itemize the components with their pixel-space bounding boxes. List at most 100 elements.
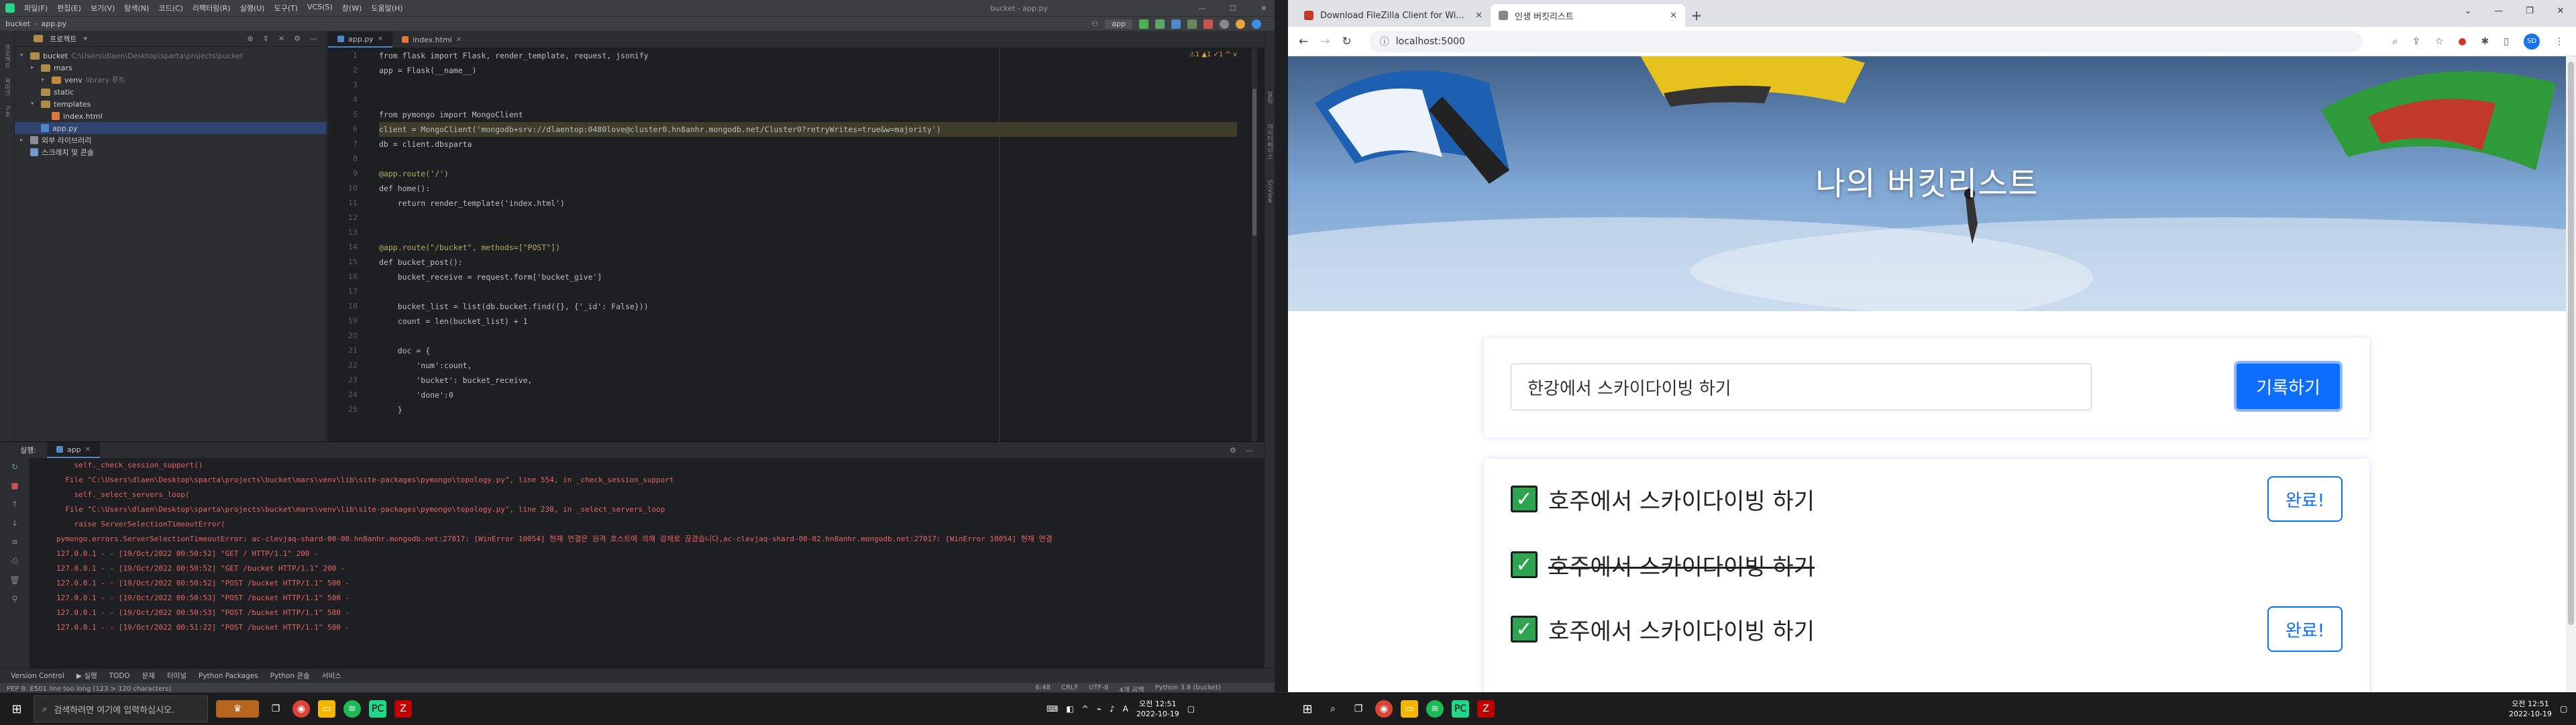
editor-scrollbar[interactable] bbox=[1252, 48, 1257, 441]
settings-icon[interactable] bbox=[1236, 19, 1245, 29]
close-icon[interactable]: ✕ bbox=[1253, 4, 1275, 13]
menu-item[interactable]: VCS(S) bbox=[307, 3, 333, 13]
structure-tool-tab[interactable]: 구조 bbox=[3, 105, 11, 117]
file-explorer-icon[interactable]: ▭ bbox=[1401, 700, 1418, 718]
project-tool-tab[interactable]: 프로젝트 bbox=[3, 44, 11, 68]
code-line[interactable]: from pymongo import MongoClient bbox=[379, 107, 1237, 122]
menu-item[interactable]: 코드(C) bbox=[158, 3, 183, 13]
ime-icon[interactable]: A bbox=[1123, 704, 1128, 714]
code-line[interactable]: 'num':count, bbox=[379, 358, 1237, 373]
console-line[interactable]: self._check_session_support() bbox=[56, 458, 1250, 473]
close-icon[interactable]: ✕ bbox=[456, 36, 462, 44]
editor-tab[interactable]: index.html ✕ bbox=[392, 32, 471, 48]
notification-icon[interactable]: ▢ bbox=[2560, 704, 2567, 714]
windows-start-icon[interactable]: ⊞ bbox=[8, 700, 25, 718]
tab-search-icon[interactable]: ⌄ bbox=[2453, 0, 2483, 21]
code-line[interactable]: @app.route('/') bbox=[379, 166, 1237, 181]
console-line[interactable]: pymongo.errors.ServerSelectionTimeoutErr… bbox=[56, 532, 1250, 547]
code-line[interactable]: app = Flask(__name__) bbox=[379, 63, 1237, 78]
breadcrumb-project[interactable]: bucket bbox=[5, 19, 30, 28]
code-lines[interactable]: from flask import Flask, render_template… bbox=[379, 48, 1237, 417]
status-item[interactable]: 4개 공백 bbox=[1119, 684, 1144, 693]
close-icon[interactable]: ✕ bbox=[1475, 11, 1483, 21]
filezilla-icon[interactable]: Z bbox=[394, 700, 412, 718]
tree-item[interactable]: ▾ templates bbox=[15, 98, 327, 110]
menu-item[interactable]: 리팩터링(R) bbox=[193, 3, 231, 13]
tray-arrow-icon[interactable]: ^ bbox=[1082, 704, 1089, 714]
debug-icon[interactable] bbox=[1155, 19, 1165, 29]
status-item[interactable]: CRLF bbox=[1061, 684, 1078, 693]
menu-item[interactable]: 탐색(N) bbox=[124, 3, 149, 13]
stop-icon[interactable]: ■ bbox=[11, 481, 18, 490]
console-line[interactable]: 127.0.0.1 - - [19/Oct/2022 00:50:53] "PO… bbox=[56, 606, 1250, 620]
file-explorer-icon[interactable]: ▭ bbox=[318, 700, 335, 718]
scroll-thumb[interactable] bbox=[2568, 62, 2574, 625]
code-line[interactable] bbox=[379, 152, 1237, 166]
code-line[interactable]: def home(): bbox=[379, 181, 1237, 196]
close-icon[interactable]: ✕ bbox=[1670, 11, 1677, 21]
pycharm-taskbar-icon[interactable]: PC bbox=[369, 700, 386, 718]
menu-item[interactable]: 보기(V) bbox=[91, 3, 115, 13]
trash-icon[interactable]: 🗑 bbox=[9, 575, 19, 585]
breadcrumb-file[interactable]: app.py bbox=[41, 19, 66, 28]
chevron-down-icon[interactable]: ▾ bbox=[83, 34, 87, 43]
code-line[interactable] bbox=[379, 225, 1237, 240]
console-line[interactable]: 127.0.0.1 - - [19/Oct/2022 00:50:53] "PO… bbox=[56, 591, 1250, 606]
network-icon[interactable]: ⌁ bbox=[1097, 704, 1102, 714]
windows-start-icon[interactable]: ⊞ bbox=[1299, 700, 1316, 718]
filezilla-icon[interactable]: Z bbox=[1477, 700, 1495, 718]
tree-item[interactable]: app.py bbox=[15, 122, 327, 134]
search-icon[interactable]: ⌕ bbox=[1324, 700, 1342, 718]
extension-red-icon[interactable]: ● bbox=[2458, 36, 2466, 47]
menu-item[interactable]: 창(W) bbox=[342, 3, 362, 13]
close-icon[interactable]: ✕ bbox=[278, 34, 284, 43]
console-output[interactable]: self._check_session_support() File "C:\U… bbox=[56, 458, 1250, 669]
editor-tab[interactable]: app.py ✕ bbox=[328, 32, 393, 48]
back-icon[interactable]: ← bbox=[1299, 35, 1308, 48]
browser-tab[interactable]: Download FileZilla Client for Wi... ✕ bbox=[1296, 4, 1491, 27]
task-view-icon[interactable]: ❐ bbox=[267, 700, 284, 718]
maximize-icon[interactable]: ☐ bbox=[1222, 4, 1244, 13]
code-line[interactable]: from flask import Flask, render_template… bbox=[379, 48, 1237, 63]
browser-tab[interactable]: 인생 버킷리스트 ✕ bbox=[1491, 4, 1685, 27]
code-line[interactable]: 'bucket': bucket_receive, bbox=[379, 373, 1237, 388]
tree-item[interactable]: ▸ 외부 라이브러리 bbox=[15, 134, 327, 146]
rerun-icon[interactable]: ↻ bbox=[11, 462, 18, 471]
menu-item[interactable]: 도움말(H) bbox=[371, 3, 402, 13]
code-line[interactable]: count = len(bucket_list) + 1 bbox=[379, 314, 1237, 329]
code-line[interactable]: 'done':0 bbox=[379, 388, 1237, 402]
save-button[interactable]: 기록하기 bbox=[2234, 361, 2343, 412]
run-icon[interactable] bbox=[1139, 19, 1148, 29]
notification-icon[interactable]: ▢ bbox=[1187, 704, 1195, 714]
volume-icon[interactable]: ♪ bbox=[1110, 704, 1115, 714]
kebab-menu-icon[interactable]: ⋮ bbox=[2555, 36, 2564, 47]
profile-avatar[interactable]: SD bbox=[2524, 33, 2540, 50]
chrome-icon[interactable]: ◉ bbox=[292, 700, 310, 718]
minimize-icon[interactable]: — bbox=[2483, 0, 2514, 21]
tree-item[interactable]: index.html bbox=[15, 110, 327, 122]
tree-item[interactable]: ▸ mars bbox=[15, 62, 327, 74]
spotify-icon[interactable]: ≋ bbox=[1426, 700, 1444, 718]
bookmark-star-icon[interactable]: ☆ bbox=[2435, 36, 2444, 47]
user-icon[interactable]: ⚇ bbox=[1091, 19, 1098, 29]
gear-icon[interactable]: ⚙ bbox=[294, 34, 301, 43]
taskbar-search-box[interactable]: ⌕ 검색하려면 여기에 입력하십시오. bbox=[34, 695, 208, 722]
tool-window-button[interactable]: TODO bbox=[109, 672, 130, 680]
hide-icon[interactable]: — bbox=[310, 34, 317, 43]
code-line[interactable]: bucket_receive = request.form['bucket_gi… bbox=[379, 270, 1237, 284]
close-icon[interactable]: ✕ bbox=[2545, 0, 2576, 21]
side-panel-icon[interactable]: ▯ bbox=[2504, 36, 2509, 47]
tree-item[interactable]: ▸ venv library 루트 bbox=[15, 74, 327, 86]
scroll-thumb[interactable] bbox=[1252, 89, 1256, 236]
restore-icon[interactable]: ❐ bbox=[2514, 0, 2545, 21]
tool-window-button[interactable]: Python 콘솔 bbox=[270, 671, 310, 681]
code-line[interactable]: return render_template('index.html') bbox=[379, 196, 1237, 211]
zoom-icon[interactable]: ⌕ bbox=[2392, 36, 2398, 47]
minimize-icon[interactable]: — bbox=[1191, 4, 1213, 13]
tray-icon[interactable]: ◧ bbox=[1066, 704, 1073, 714]
game-widget-icon[interactable]: ♛ bbox=[216, 700, 259, 718]
status-item[interactable]: UTF-8 bbox=[1089, 684, 1108, 693]
code-line[interactable]: def bucket_post(): bbox=[379, 255, 1237, 270]
soft-wrap-icon[interactable]: ≡ bbox=[11, 537, 18, 547]
code-line[interactable]: } bbox=[379, 402, 1237, 417]
